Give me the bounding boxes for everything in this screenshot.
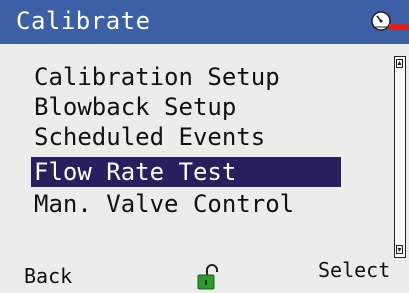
- select-softkey[interactable]: Select: [318, 258, 390, 282]
- menu-item-calibration-setup[interactable]: Calibration Setup: [31, 62, 341, 92]
- back-softkey[interactable]: Back: [24, 264, 72, 288]
- screen-title: Calibrate: [16, 7, 151, 35]
- scroll-down-arrow-icon[interactable]: [396, 245, 403, 254]
- scroll-up-arrow-icon[interactable]: [396, 59, 403, 68]
- title-bar: Calibrate: [0, 0, 409, 44]
- unlocked-padlock-icon: [197, 264, 218, 290]
- menu-item-man-valve-control[interactable]: Man. Valve Control: [31, 189, 341, 219]
- gauge-alert-icon: [371, 11, 409, 31]
- menu-item-blowback-setup[interactable]: Blowback Setup: [31, 92, 341, 122]
- menu-item-scheduled-events[interactable]: Scheduled Events: [31, 122, 341, 152]
- menu-item-flow-rate-test[interactable]: Flow Rate Test: [31, 157, 341, 187]
- menu-scrollbar[interactable]: [394, 56, 406, 258]
